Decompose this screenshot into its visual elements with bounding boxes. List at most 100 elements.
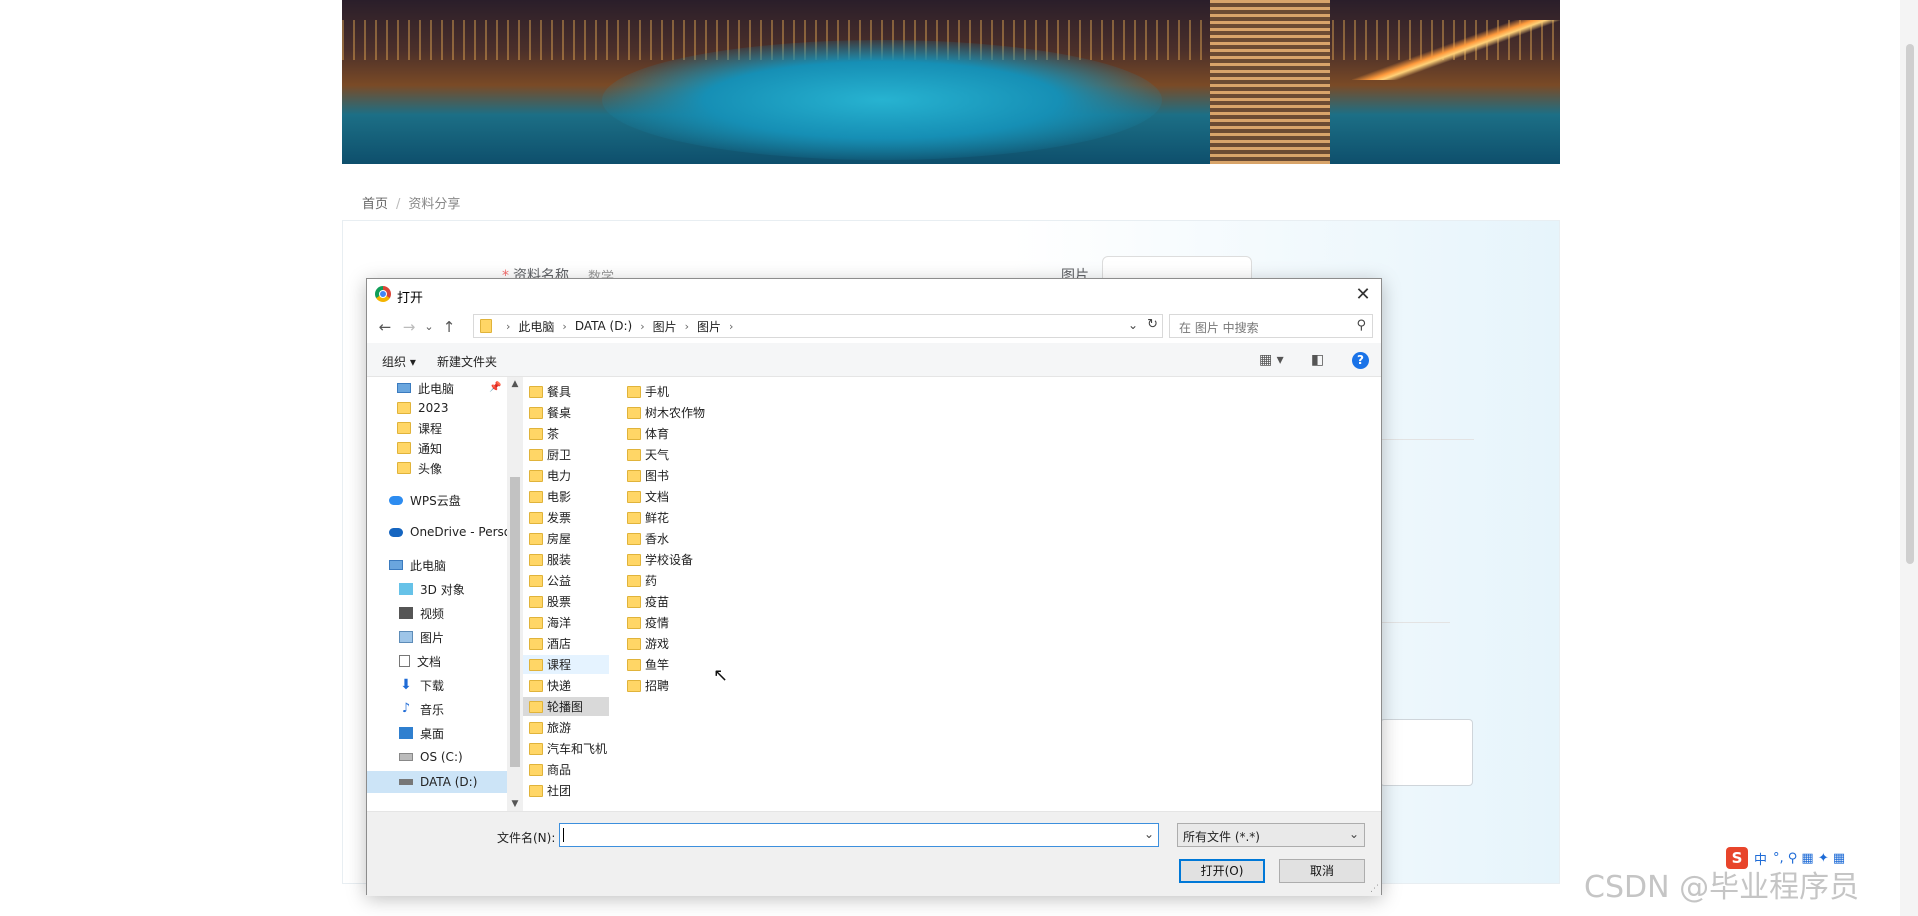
folder-item[interactable]: 茶 [523,424,559,443]
folder-item[interactable]: 公益 [523,571,571,590]
folder-item[interactable]: 鱼竿 [621,655,669,674]
nav-item-documents[interactable]: 文档 [399,651,441,671]
ime-tools-icon[interactable]: °, ⚲ ▦ ✦ ▦ [1773,851,1845,866]
folder-item[interactable]: 学校设备 [621,550,693,569]
folder-item[interactable]: 汽车和飞机 [523,739,607,758]
folder-item[interactable]: 体育 [621,424,669,443]
folder-item[interactable]: 图书 [621,466,669,485]
dialog-titlebar[interactable]: 打开 ✕ [367,279,1381,311]
chevron-right-icon[interactable]: › [685,320,689,333]
folder-item[interactable]: 电力 [523,466,571,485]
folder-item[interactable]: 餐具 [523,382,571,401]
folder-item[interactable]: 疫情 [621,613,669,632]
folder-item[interactable]: 社团 [523,781,571,800]
new-folder-button[interactable]: 新建文件夹 [437,353,497,370]
scroll-down-icon[interactable]: ▼ [507,799,523,809]
help-icon[interactable]: ? [1352,352,1369,369]
nav-item-desktop[interactable]: 桌面 [399,723,444,743]
refresh-icon[interactable]: ↻ [1147,317,1158,332]
folder-item[interactable]: 药 [621,571,657,590]
folder-item[interactable]: 轮播图 [523,697,609,716]
nav-item-2023[interactable]: 2023 [397,398,449,418]
chevron-down-icon[interactable]: ⌄ [1144,827,1154,841]
folder-item[interactable]: 服装 [523,550,571,569]
scrollbar-thumb[interactable] [1906,44,1914,564]
sogou-logo-icon[interactable]: S [1726,847,1748,869]
ime-language-toggle[interactable]: 中 [1754,849,1767,868]
close-button[interactable]: ✕ [1351,283,1375,307]
nav-item-this-pc[interactable]: 此电脑 [389,555,446,575]
documents-icon [399,655,410,667]
nav-item-notices[interactable]: 通知 [397,438,442,458]
folder-item[interactable]: 酒店 [523,634,571,653]
open-button[interactable]: 打开(O) [1179,859,1265,883]
nav-item-courses[interactable]: 课程 [397,418,442,438]
chevron-right-icon[interactable]: › [729,320,733,333]
folder-item[interactable]: 海洋 [523,613,571,632]
folder-item[interactable]: 鲜花 [621,508,669,527]
video-icon [399,607,413,619]
folder-item[interactable]: 发票 [523,508,571,527]
folder-item[interactable]: 股票 [523,592,571,611]
folder-item[interactable]: 手机 [621,382,669,401]
folder-item[interactable]: 厨卫 [523,445,571,464]
description-textarea[interactable] [1380,719,1473,786]
search-icon[interactable]: ⚲ [1356,318,1366,333]
file-type-select[interactable]: 所有文件 (*.*) ⌄ [1177,823,1365,847]
folder-item[interactable]: 招聘 [621,676,669,695]
preview-pane-icon[interactable]: ◧ [1311,352,1324,368]
back-arrow-icon[interactable]: ← [375,317,395,337]
chevron-down-icon[interactable]: ⌄ [1349,827,1359,841]
address-crumb[interactable]: 此电脑 [518,318,554,335]
resize-grip-icon[interactable]: ⋰ [1370,884,1379,894]
scroll-up-icon[interactable]: ▲ [507,379,523,389]
search-box[interactable]: 在 图片 中搜索 ⚲ [1169,314,1373,338]
ime-toolbar[interactable]: S 中 °, ⚲ ▦ ✦ ▦ [1726,846,1845,870]
folder-item[interactable]: 疫苗 [621,592,669,611]
recent-locations-icon[interactable]: ⌄ [419,317,439,337]
nav-item-downloads[interactable]: ⬇ 下载 [399,675,444,695]
scrollbar-thumb[interactable] [510,477,520,767]
nav-item-videos[interactable]: 视频 [399,603,444,623]
nav-item-music[interactable]: ♪ 音乐 [399,699,444,719]
folder-item[interactable]: 商品 [523,760,571,779]
navigation-scrollbar[interactable]: ▲ ▼ [507,377,523,811]
address-crumb[interactable]: 图片 [653,318,677,335]
address-bar[interactable]: › 此电脑 › DATA (D:) › 图片 › 图片 › ⌄ ↻ [473,314,1163,338]
folder-item[interactable]: 餐桌 [523,403,571,422]
page-scrollbar[interactable] [1900,0,1918,916]
address-dropdown-icon[interactable]: ⌄ [1128,318,1138,332]
nav-item-3d-objects[interactable]: 3D 对象 [399,579,465,599]
folder-item[interactable]: 电影 [523,487,571,506]
folder-item[interactable]: 课程 [523,655,609,674]
view-options-icon[interactable]: ▦ ▾ [1259,352,1284,368]
folder-item[interactable]: 房屋 [523,529,571,548]
forward-arrow-icon[interactable]: → [399,317,419,337]
nav-item-onedrive[interactable]: OneDrive - Perso [389,522,507,542]
folder-item[interactable]: 香水 [621,529,669,548]
folder-item[interactable]: 文档 [621,487,669,506]
folder-item[interactable]: 天气 [621,445,669,464]
organize-button[interactable]: 组织 ▾ [382,353,416,370]
cancel-button[interactable]: 取消 [1279,859,1365,883]
nav-item-this-pc-pinned[interactable]: 此电脑 [397,378,454,398]
folder-icon [529,700,543,713]
address-crumb[interactable]: 图片 [697,318,721,335]
folder-item[interactable]: 快递 [523,676,571,695]
chevron-right-icon[interactable]: › [506,320,510,333]
nav-item-avatars[interactable]: 头像 [397,458,442,478]
chevron-right-icon[interactable]: › [640,320,644,333]
up-arrow-icon[interactable]: ↑ [439,317,459,337]
folder-item[interactable]: 游戏 [621,634,669,653]
nav-item-pictures[interactable]: 图片 [399,627,444,647]
folder-item[interactable]: 树木农作物 [621,403,705,422]
folder-item[interactable]: 旅游 [523,718,571,737]
nav-item-drive-c[interactable]: OS (C:) [399,747,463,767]
address-crumb[interactable]: DATA (D:) [575,319,632,333]
breadcrumb-home[interactable]: 首页 [362,197,388,212]
filename-input[interactable]: ⌄ [559,823,1159,847]
nav-item-wps-cloud[interactable]: WPS云盘 [389,490,461,510]
chevron-right-icon[interactable]: › [562,320,566,333]
folder-icon [627,406,641,419]
nav-item-drive-d[interactable]: DATA (D:) [367,771,507,793]
